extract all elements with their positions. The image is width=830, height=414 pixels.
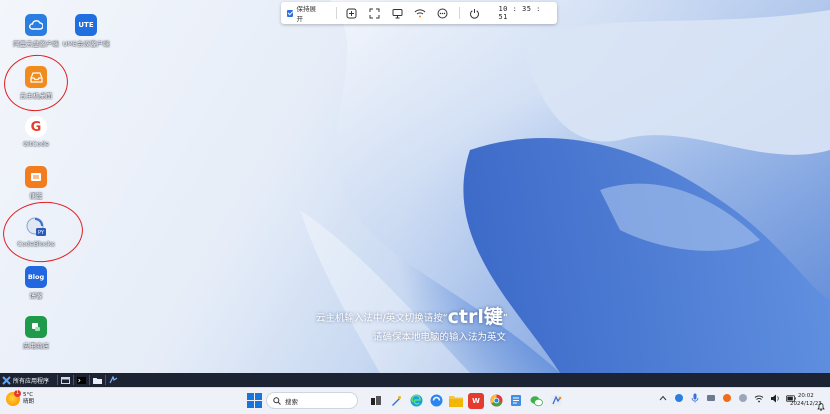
- desktop-icon-cloud[interactable]: 阿里云盘客户端: [10, 14, 62, 48]
- keep-expanded-checkbox[interactable]: 保持展开: [287, 3, 320, 23]
- tray-app-icon[interactable]: [706, 393, 716, 403]
- tray-app-icon[interactable]: [674, 393, 684, 403]
- edge-browser-icon[interactable]: [408, 393, 424, 409]
- terminal-icon: [77, 376, 87, 384]
- desktop-icon-blog[interactable]: Blog 博客: [10, 266, 62, 300]
- desktop-icon-label: 便签: [29, 192, 43, 200]
- notification-bell-icon[interactable]: [817, 396, 825, 414]
- volume-icon[interactable]: [770, 393, 780, 403]
- weather-temp: 5°C: [23, 392, 34, 398]
- network-button[interactable]: [411, 5, 428, 21]
- taskbar-apps: 搜索 W: [246, 392, 564, 409]
- browser-app-icon[interactable]: [428, 393, 444, 409]
- desktop-icon-label: 博客: [29, 292, 43, 300]
- x-logo-icon: [2, 375, 11, 385]
- desktop-icon-ume[interactable]: UTE UME会议客户端: [60, 14, 112, 48]
- remote-task-item[interactable]: [89, 375, 103, 385]
- store-icon: [25, 316, 47, 338]
- notepad-app-icon[interactable]: [508, 393, 524, 409]
- power-button[interactable]: [466, 5, 483, 21]
- cloud-icon: [25, 14, 47, 36]
- microphone-icon[interactable]: [690, 393, 700, 403]
- display-button[interactable]: [389, 5, 406, 21]
- tray-app-icon[interactable]: [738, 393, 748, 403]
- desktop-icon-store[interactable]: 应用商店: [10, 316, 62, 350]
- desktop-icon-label: UME会议客户端: [62, 40, 110, 48]
- local-taskbar: 1 5°C 晴朗 搜索 W 20:02 2024/12/23: [0, 387, 830, 414]
- wechat-app-icon[interactable]: [528, 393, 544, 409]
- window-icon: [61, 376, 71, 384]
- plus-square-icon: [346, 8, 357, 18]
- hint-key: ctrl键: [447, 306, 503, 328]
- more-icon: [437, 8, 448, 18]
- toolbar-divider: [458, 7, 460, 19]
- sun-icon: 1: [6, 390, 21, 406]
- remote-task-item[interactable]: [57, 375, 71, 385]
- toolbar-divider: [336, 7, 338, 19]
- remote-client-icon[interactable]: [548, 393, 564, 409]
- monitor-icon: [392, 8, 403, 18]
- app-icon: [109, 376, 118, 384]
- search-icon: [273, 396, 281, 405]
- antivirus-icon[interactable]: [722, 393, 732, 403]
- ume-icon: UTE: [75, 14, 97, 36]
- remote-start-label: 所有应用程序: [13, 377, 50, 385]
- blog-icon: Blog: [25, 266, 47, 288]
- keep-expanded-label: 保持展开: [296, 5, 316, 23]
- desktop-icon-label: GitCode: [22, 140, 50, 148]
- checkbox-checked-icon: [287, 9, 294, 17]
- file-explorer-icon[interactable]: [448, 393, 464, 409]
- remote-task-item[interactable]: [73, 375, 87, 385]
- chrome-browser-icon[interactable]: [488, 393, 504, 409]
- wifi-icon[interactable]: [754, 393, 764, 403]
- folder-icon: [93, 377, 103, 384]
- gitcode-glyph: G: [30, 119, 42, 135]
- hint-suffix: ”: [502, 313, 508, 324]
- chevron-up-icon[interactable]: [658, 393, 668, 403]
- windows-start-icon[interactable]: [246, 393, 262, 409]
- wps-office-icon[interactable]: W: [468, 392, 484, 409]
- add-button[interactable]: [343, 5, 360, 21]
- desktop-icon-notes[interactable]: 便签: [10, 166, 62, 200]
- search-placeholder: 搜索: [285, 397, 298, 406]
- gitcode-icon: G: [25, 116, 47, 138]
- hint-prefix: 云主机输入法中/英文切换请按“: [316, 313, 448, 324]
- taskbar-search-input[interactable]: 搜索: [266, 392, 358, 409]
- weather-badge: 1: [14, 390, 21, 397]
- system-tray: [658, 393, 796, 403]
- ume-glyph: UTE: [78, 21, 94, 29]
- desktop-icon-label: 应用商店: [23, 342, 49, 350]
- fullscreen-button[interactable]: [366, 5, 383, 21]
- wifi-icon: [414, 8, 426, 17]
- task-view-icon[interactable]: [368, 393, 384, 409]
- weather-desc: 晴朗: [23, 399, 35, 405]
- power-icon: [469, 8, 479, 19]
- remote-taskbar: 所有应用程序: [0, 373, 830, 387]
- remote-start-button[interactable]: 所有应用程序: [2, 375, 50, 385]
- notes-icon: [25, 166, 47, 188]
- ime-hint-line2: 请确保本地电脑的输入法为英文: [373, 332, 507, 343]
- ime-hint-line1: 云主机输入法中/英文切换请按“ctrl键”: [316, 302, 508, 329]
- desktop-icon-gitcode[interactable]: G GitCode: [10, 116, 62, 148]
- more-button[interactable]: [434, 5, 451, 21]
- session-clock: 10 : 35 : 51: [498, 5, 541, 21]
- desktop-icon-label: 阿里云盘客户端: [13, 40, 59, 48]
- remote-task-item[interactable]: [105, 375, 119, 385]
- blog-glyph: Blog: [27, 273, 45, 281]
- fullscreen-icon: [369, 8, 380, 18]
- pen-app-icon[interactable]: [388, 393, 404, 409]
- weather-widget[interactable]: 1 5°C 晴朗: [6, 390, 35, 406]
- remote-session-toolbar: 保持展开 10 : 35 : 51: [281, 2, 557, 24]
